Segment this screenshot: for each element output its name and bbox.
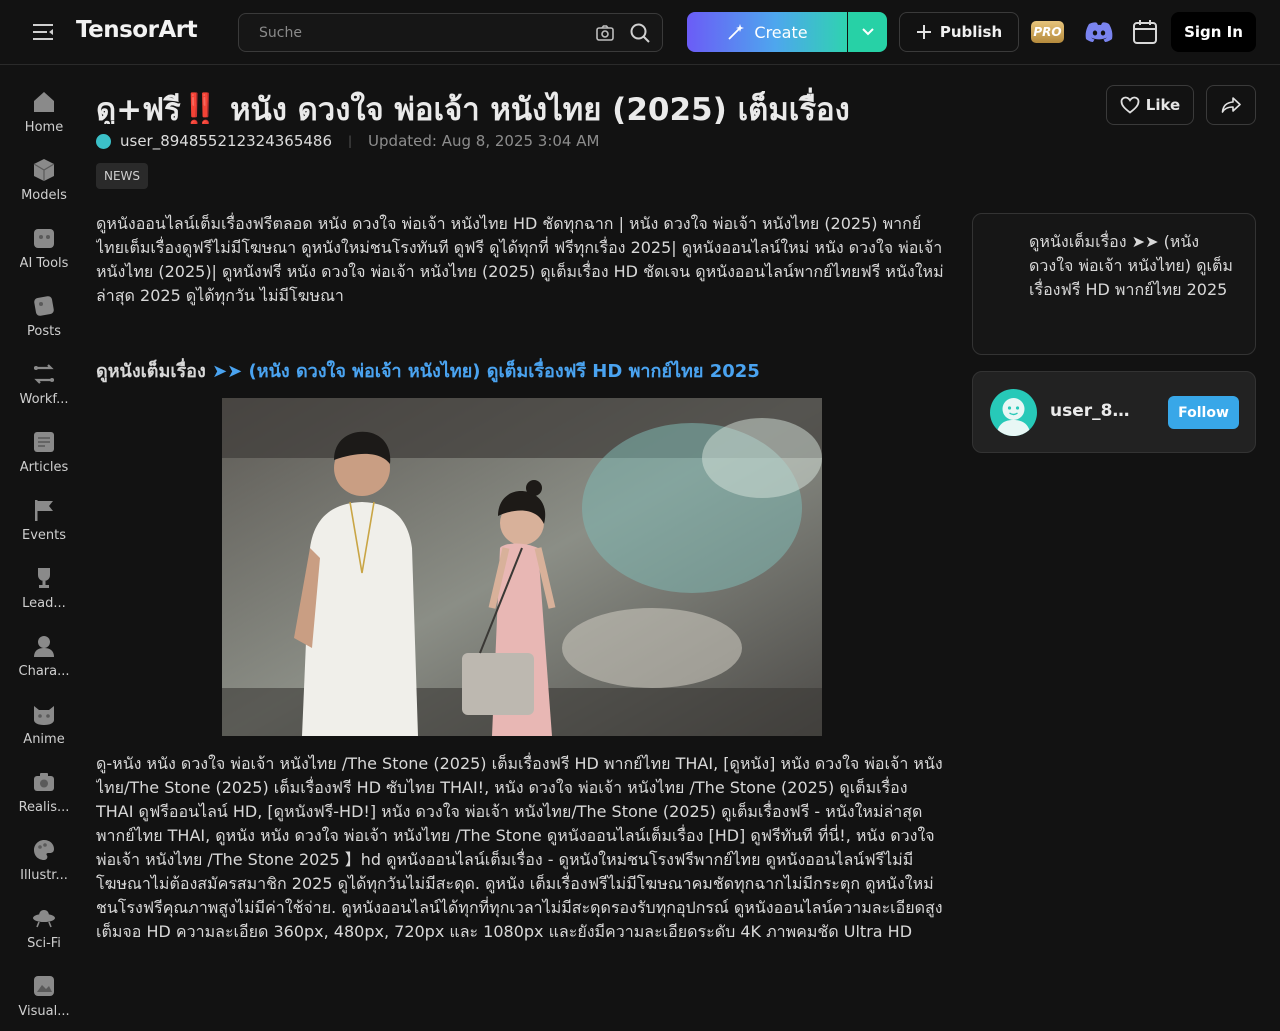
sidebar-item-label: Visual...	[18, 1004, 70, 1019]
search-input[interactable]	[239, 14, 569, 51]
create-button[interactable]: Create	[687, 12, 847, 52]
plus-icon	[916, 25, 931, 39]
magic-wand-icon	[728, 24, 745, 40]
related-link-text: ดูหนังเต็มเรื่อง ➤➤ (หนัง ดวงใจ พ่อเจ้า …	[1029, 232, 1233, 299]
sidebar-item-characters[interactable]: Chara...	[0, 627, 88, 691]
sidebar-item-sci-fi[interactable]: Sci-Fi	[0, 899, 88, 963]
sidebar-item-label: Illustr...	[20, 868, 68, 883]
create-label: Create	[754, 22, 808, 42]
news-tag[interactable]: NEWS	[96, 163, 149, 189]
sidebar-item-label: Posts	[27, 324, 61, 339]
sidebar-item-articles[interactable]: Articles	[0, 423, 88, 487]
sidebar-item-events[interactable]: Events	[0, 491, 88, 555]
author-card-avatar[interactable]	[990, 389, 1037, 436]
like-label: Like	[1145, 96, 1181, 114]
sidebar-item-label: Realis...	[18, 800, 70, 815]
author-card: user_8948... Follow	[972, 371, 1256, 453]
watch-link-prefix: ดูหนังเต็มเรื่อง	[96, 361, 206, 382]
share-icon	[1221, 97, 1241, 113]
search-bar	[238, 13, 663, 52]
left-sidebar: Home Models AI Tools Posts Workf... Arti…	[0, 65, 88, 1024]
visual-icon	[34, 976, 54, 996]
tensorart-logo[interactable]: TensorArt	[76, 17, 198, 43]
sidebar-item-realistic[interactable]: Realis...	[0, 763, 88, 827]
sidebar-item-label: Lead...	[22, 596, 66, 611]
sidebar-item-home[interactable]: Home	[0, 83, 88, 147]
article-intro-paragraph: ดูหนังออนไลน์เต็มเรื่องฟรีตลอด หนัง ดวงใ…	[96, 214, 944, 305]
search-icon[interactable]	[629, 22, 651, 44]
sidebar-item-workflows[interactable]: Workf...	[0, 355, 88, 419]
heart-icon	[1120, 96, 1140, 114]
updated-timestamp: Updated: Aug 8, 2025 3:04 AM	[368, 132, 600, 150]
articles-icon	[34, 432, 54, 452]
article-body-paragraph: ดู-หนัง หนัง ดวงใจ พ่อเจ้า หนังไทย /The …	[96, 754, 943, 941]
sidebar-item-label: Articles	[19, 460, 69, 475]
discord-icon[interactable]	[1084, 21, 1114, 43]
author-card-name[interactable]: user_8948...	[1050, 401, 1130, 421]
sidebar-item-label: Anime	[23, 732, 65, 747]
calendar-icon[interactable]	[1132, 19, 1158, 45]
meta-divider: |	[348, 134, 353, 148]
sidebar-item-label: Workf...	[19, 392, 69, 407]
publish-button[interactable]: Publish	[899, 12, 1019, 52]
cube-icon	[33, 159, 55, 181]
ufo-icon	[33, 910, 55, 928]
watch-movie-link[interactable]: ➤➤ (หนัง ดวงใจ พ่อเจ้า หนังไทย) ดูเต็มเร…	[212, 361, 760, 382]
sidebar-item-label: Sci-Fi	[27, 936, 61, 951]
sidebar-item-label: Events	[21, 528, 66, 543]
pro-badge[interactable]: PRO	[1031, 21, 1064, 43]
workflow-icon	[34, 364, 54, 384]
chevron-down-icon	[861, 28, 874, 36]
character-icon	[34, 636, 54, 657]
sidebar-item-posts[interactable]: Posts	[0, 287, 88, 351]
top-header: TensorArt Create Publish PRO	[0, 0, 1280, 65]
palette-icon	[34, 840, 54, 860]
sidebar-item-visual[interactable]: Visual...	[0, 967, 88, 1031]
camera-search-icon[interactable]	[595, 23, 615, 43]
camera-icon	[34, 773, 54, 791]
sign-in-button[interactable]: Sign In	[1171, 12, 1256, 52]
menu-toggle-icon[interactable]	[32, 22, 54, 42]
article-title: ดู+ฟรี‼️ หนัง ดวงใจ พ่อเจ้า หนังไทย (202…	[96, 92, 850, 124]
author-avatar[interactable]	[96, 133, 111, 149]
sidebar-item-label: AI Tools	[19, 256, 69, 271]
share-button[interactable]	[1206, 85, 1256, 125]
sidebar-item-ai-tools[interactable]: AI Tools	[0, 219, 88, 283]
ai-tools-icon	[34, 229, 54, 248]
sidebar-item-leaderboard[interactable]: Lead...	[0, 559, 88, 623]
publish-label: Publish	[939, 23, 1003, 41]
sidebar-item-models[interactable]: Models	[0, 151, 88, 215]
trophy-icon	[38, 568, 50, 588]
sidebar-item-label: Home	[24, 120, 64, 135]
related-link-card[interactable]: ดูหนังเต็มเรื่อง ➤➤ (หนัง ดวงใจ พ่อเจ้า …	[972, 213, 1256, 355]
author-name[interactable]: user_894855212324365486	[120, 132, 332, 150]
sidebar-item-anime[interactable]: Anime	[0, 695, 88, 759]
posts-icon	[34, 296, 54, 316]
home-icon	[34, 92, 54, 112]
sidebar-item-label: Models	[21, 188, 67, 203]
article-hero-image	[222, 398, 822, 736]
sidebar-item-label: Chara...	[18, 664, 70, 679]
sidebar-item-illustration[interactable]: Illustr...	[0, 831, 88, 895]
article-meta: user_894855212324365486 | Updated: Aug 8…	[96, 131, 599, 151]
anime-icon	[34, 706, 54, 725]
follow-button[interactable]: Follow	[1168, 396, 1239, 429]
create-dropdown-button[interactable]	[848, 12, 887, 52]
watch-link-line: ดูหนังเต็มเรื่อง ➤➤ (หนัง ดวงใจ พ่อเจ้า …	[96, 356, 948, 384]
like-button[interactable]: Like	[1106, 85, 1194, 125]
flag-icon	[35, 500, 53, 521]
